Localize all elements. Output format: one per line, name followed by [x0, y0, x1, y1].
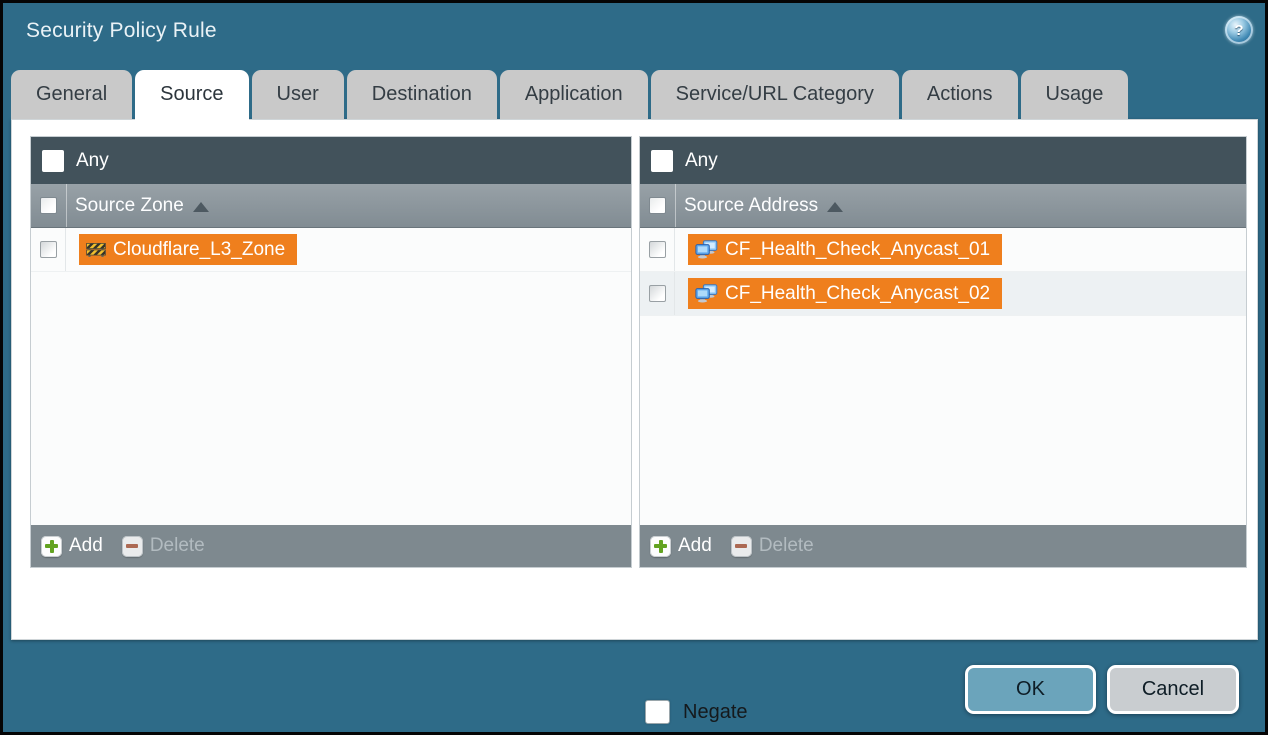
item-label: Cloudflare_L3_Zone	[113, 239, 285, 261]
ok-button[interactable]: OK	[965, 665, 1096, 714]
list-item[interactable]: Cloudflare_L3_Zone	[31, 228, 631, 272]
dialog-content: Any Source Zone	[11, 119, 1258, 640]
item-badge[interactable]: CF_Health_Check_Anycast_02	[688, 278, 1002, 309]
tab-user[interactable]: User	[252, 70, 344, 119]
item-badge[interactable]: Cloudflare_L3_Zone	[79, 234, 297, 265]
column-label: Source Zone	[75, 195, 184, 217]
tab-usage[interactable]: Usage	[1021, 70, 1129, 119]
address-icon	[695, 284, 718, 303]
row-checkbox-cell	[640, 228, 675, 271]
tab-source[interactable]: Source	[135, 70, 248, 123]
item-label: CF_Health_Check_Anycast_02	[725, 283, 990, 305]
any-checkbox[interactable]	[651, 150, 673, 172]
row-checkbox[interactable]	[40, 241, 57, 258]
sort-ascending-icon	[193, 202, 209, 212]
delete-button[interactable]: Delete	[122, 535, 205, 557]
select-all-checkbox[interactable]	[40, 197, 57, 214]
tab-destination[interactable]: Destination	[347, 70, 497, 119]
dialog-title: Security Policy Rule	[26, 19, 217, 43]
source-address-panel: Any Source Address	[639, 136, 1247, 568]
help-icon[interactable]: ?	[1225, 16, 1253, 44]
source-address-list: CF_Health_Check_Anycast_01	[640, 228, 1246, 525]
any-checkbox[interactable]	[42, 150, 64, 172]
security-policy-rule-dialog: Security Policy Rule ? GeneralSourceUser…	[0, 0, 1268, 735]
tab-bar: GeneralSourceUserDestinationApplicationS…	[11, 70, 1128, 119]
source-address-column-header[interactable]: Source Address	[640, 184, 1246, 228]
tab-actions[interactable]: Actions	[902, 70, 1018, 119]
tab-application[interactable]: Application	[500, 70, 648, 119]
cancel-button[interactable]: Cancel	[1107, 665, 1239, 714]
any-label: Any	[76, 150, 109, 172]
source-zone-any-bar: Any	[31, 137, 631, 184]
select-all-checkbox[interactable]	[649, 197, 666, 214]
negate-checkbox[interactable]	[645, 700, 670, 724]
plus-icon	[41, 536, 62, 557]
address-icon	[695, 240, 718, 259]
list-item[interactable]: CF_Health_Check_Anycast_02	[640, 272, 1246, 316]
negate-option: Negate	[645, 700, 748, 724]
source-zone-footer: Add Delete	[31, 525, 631, 567]
any-label: Any	[685, 150, 718, 172]
column-separator	[675, 184, 676, 227]
delete-button[interactable]: Delete	[731, 535, 814, 557]
add-button[interactable]: Add	[41, 535, 103, 557]
add-button[interactable]: Add	[650, 535, 712, 557]
row-checkbox-cell	[640, 272, 675, 315]
zone-icon	[86, 241, 106, 258]
column-separator	[66, 184, 67, 227]
source-zone-list: Cloudflare_L3_Zone	[31, 228, 631, 525]
column-label: Source Address	[684, 195, 818, 217]
negate-label: Negate	[683, 701, 748, 724]
tab-general[interactable]: General	[11, 70, 132, 119]
row-checkbox[interactable]	[649, 241, 666, 258]
tab-service-url-category[interactable]: Service/URL Category	[651, 70, 899, 119]
minus-icon	[731, 536, 752, 557]
list-item[interactable]: CF_Health_Check_Anycast_01	[640, 228, 1246, 272]
item-label: CF_Health_Check_Anycast_01	[725, 239, 990, 261]
source-zone-panel: Any Source Zone	[30, 136, 632, 568]
minus-icon	[122, 536, 143, 557]
source-zone-column-header[interactable]: Source Zone	[31, 184, 631, 228]
source-address-footer: Add Delete	[640, 525, 1246, 567]
sort-ascending-icon	[827, 202, 843, 212]
source-address-any-bar: Any	[640, 137, 1246, 184]
row-checkbox[interactable]	[649, 285, 666, 302]
plus-icon	[650, 536, 671, 557]
item-badge[interactable]: CF_Health_Check_Anycast_01	[688, 234, 1002, 265]
row-checkbox-cell	[31, 228, 66, 271]
